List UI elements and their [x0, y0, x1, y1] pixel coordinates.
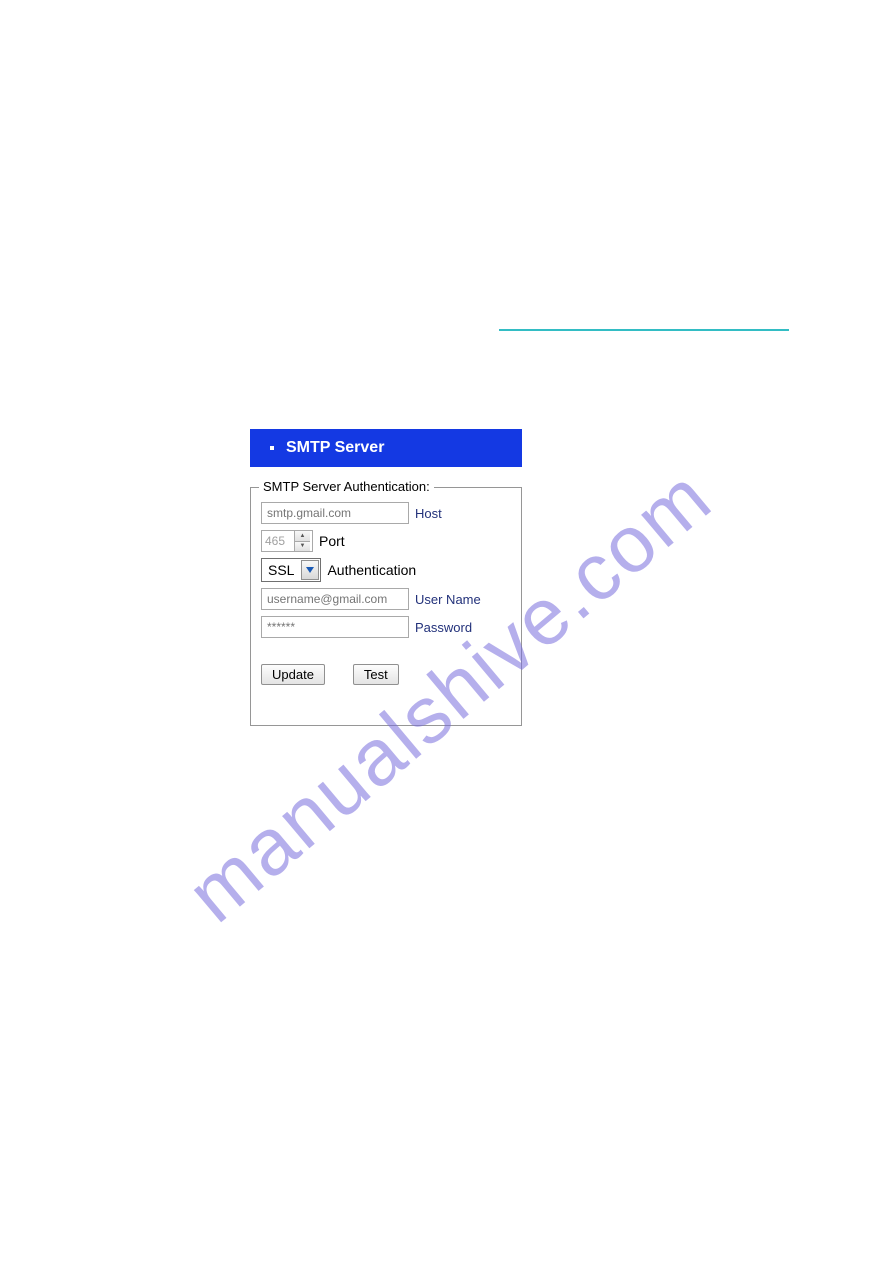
auth-row: SSL Authentication [261, 558, 511, 582]
smtp-server-panel: SMTP Server SMTP Server Authentication: … [250, 429, 522, 726]
auth-label: Authentication [327, 562, 416, 578]
auth-select-value: SSL [262, 559, 300, 581]
port-row: ▲ ▼ Port [261, 530, 511, 552]
spin-up-icon[interactable]: ▲ [295, 531, 310, 542]
update-button[interactable]: Update [261, 664, 325, 685]
port-input[interactable] [262, 531, 294, 551]
button-row: Update Test [261, 664, 511, 685]
fieldset-legend: SMTP Server Authentication: [259, 479, 434, 494]
panel-title: SMTP Server [286, 439, 384, 457]
host-label: Host [415, 506, 442, 521]
smtp-auth-fieldset: SMTP Server Authentication: Host ▲ ▼ Por… [250, 487, 522, 726]
password-label: Password [415, 620, 472, 635]
host-row: Host [261, 502, 511, 524]
username-row: User Name [261, 588, 511, 610]
username-label: User Name [415, 592, 481, 607]
test-button[interactable]: Test [353, 664, 399, 685]
password-input[interactable] [261, 616, 409, 638]
port-stepper[interactable]: ▲ ▼ [261, 530, 313, 552]
horizontal-divider-line [499, 329, 789, 331]
auth-select[interactable]: SSL [261, 558, 321, 582]
port-spinner: ▲ ▼ [294, 531, 310, 551]
password-row: Password [261, 616, 511, 638]
host-input[interactable] [261, 502, 409, 524]
spin-down-icon[interactable]: ▼ [295, 542, 310, 552]
bullet-icon [270, 446, 274, 450]
username-input[interactable] [261, 588, 409, 610]
panel-header: SMTP Server [250, 429, 522, 467]
port-label: Port [319, 533, 345, 549]
dropdown-button[interactable] [301, 560, 319, 580]
chevron-down-icon [306, 567, 314, 573]
